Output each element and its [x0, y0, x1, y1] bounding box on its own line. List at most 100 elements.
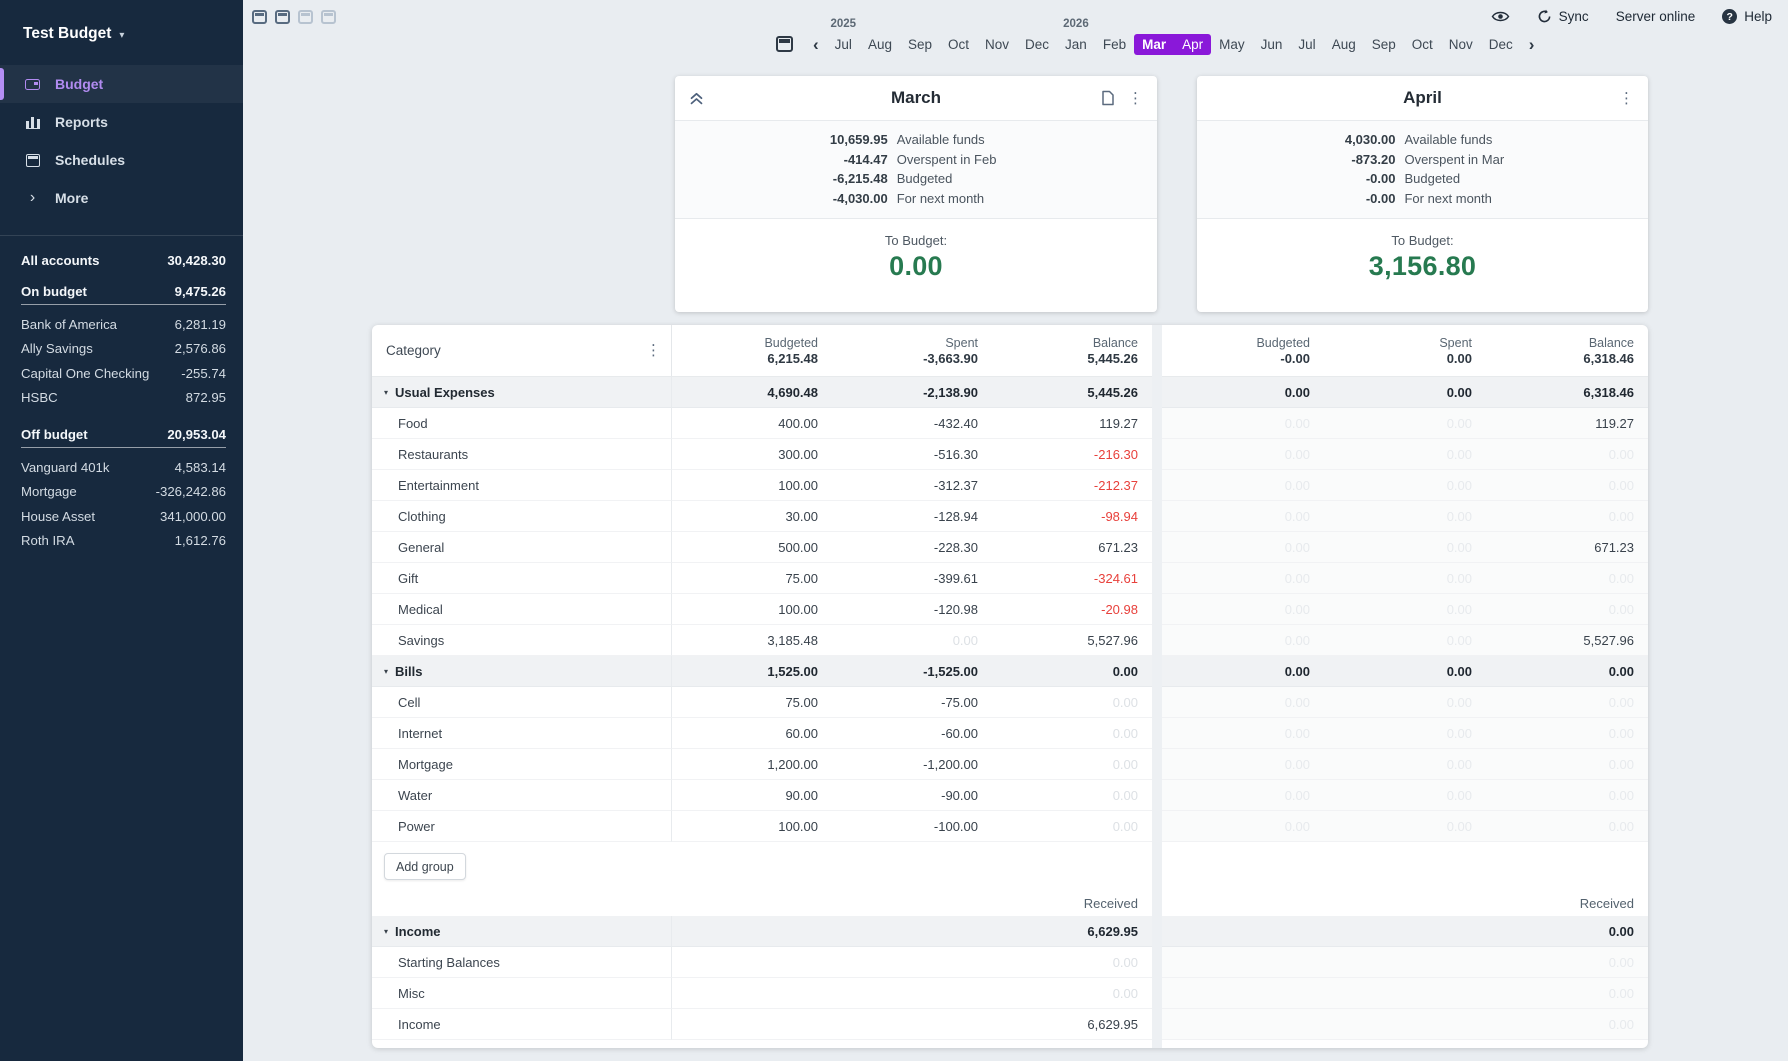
- sidebar-item-budget[interactable]: Budget: [0, 65, 243, 103]
- spent-cell[interactable]: -100.00: [832, 811, 992, 842]
- budgeted-cell[interactable]: 0.00: [1162, 377, 1324, 408]
- collapse-triangle-icon[interactable]: ▾: [384, 927, 388, 936]
- budgeted-cell[interactable]: 400.00: [672, 408, 832, 439]
- spent-cell[interactable]: -516.30: [832, 439, 992, 470]
- budgeted-cell[interactable]: 100.00: [672, 594, 832, 625]
- spent-cell[interactable]: 0.00: [1324, 408, 1486, 439]
- received-cell[interactable]: 0.00: [1162, 916, 1648, 947]
- budgeted-cell[interactable]: 0.00: [1162, 718, 1324, 749]
- next-month-button[interactable]: ›: [1521, 36, 1543, 53]
- balance-cell[interactable]: 0.00: [992, 749, 1152, 780]
- month-aug-13[interactable]: Aug: [1324, 34, 1364, 55]
- month-nov-16[interactable]: Nov: [1441, 34, 1481, 55]
- balance-cell[interactable]: 0.00: [1486, 594, 1648, 625]
- category-name-cell[interactable]: Cell: [372, 687, 672, 718]
- category-name-cell[interactable]: Food: [372, 408, 672, 439]
- month-jul-0[interactable]: Jul: [827, 34, 860, 55]
- collapse-triangle-icon[interactable]: ▾: [384, 667, 388, 676]
- sidebar-account-row[interactable]: Ally Savings2,576.86: [21, 337, 226, 362]
- balance-total[interactable]: 6,318.46: [1583, 351, 1634, 366]
- budgeted-cell[interactable]: 75.00: [672, 687, 832, 718]
- budgeted-cell[interactable]: 30.00: [672, 501, 832, 532]
- budgeted-cell[interactable]: 0.00: [1162, 811, 1324, 842]
- month-jan-6[interactable]: Jan: [1057, 34, 1095, 55]
- balance-cell[interactable]: 0.00: [1486, 687, 1648, 718]
- sidebar-account-row[interactable]: Capital One Checking-255.74: [21, 361, 226, 386]
- balance-cell[interactable]: 119.27: [1486, 408, 1648, 439]
- spent-cell[interactable]: 0.00: [1324, 780, 1486, 811]
- collapse-summary-button[interactable]: [689, 92, 704, 105]
- sidebar-account-row[interactable]: Vanguard 401k4,583.14: [21, 455, 226, 480]
- category-name-cell[interactable]: Restaurants: [372, 439, 672, 470]
- month-oct-3[interactable]: Oct: [940, 34, 977, 55]
- balance-cell[interactable]: 5,445.26: [992, 377, 1152, 408]
- budgeted-cell[interactable]: 0.00: [1162, 687, 1324, 718]
- balance-cell[interactable]: 5,527.96: [992, 625, 1152, 656]
- budgeted-cell[interactable]: 0.00: [1162, 501, 1324, 532]
- spent-cell[interactable]: 0.00: [1324, 749, 1486, 780]
- budget-file-menu[interactable]: Test Budget ▾: [0, 0, 243, 43]
- spent-cell[interactable]: -75.00: [832, 687, 992, 718]
- balance-total[interactable]: 5,445.26: [1087, 351, 1138, 366]
- account-section-header[interactable]: On budget9,475.26: [21, 284, 226, 305]
- category-name-cell[interactable]: Starting Balances: [372, 947, 672, 978]
- category-name-cell[interactable]: Savings: [372, 625, 672, 656]
- budgeted-cell[interactable]: 0.00: [1162, 439, 1324, 470]
- received-cell[interactable]: 0.00: [1162, 1009, 1648, 1040]
- category-name-cell[interactable]: Misc: [372, 978, 672, 1009]
- spent-cell[interactable]: 0.00: [1324, 625, 1486, 656]
- budgeted-cell[interactable]: 0.00: [1162, 532, 1324, 563]
- balance-cell[interactable]: 0.00: [992, 687, 1152, 718]
- spent-cell[interactable]: -128.94: [832, 501, 992, 532]
- budgeted-cell[interactable]: 500.00: [672, 532, 832, 563]
- balance-cell[interactable]: 0.00: [1486, 470, 1648, 501]
- sidebar-account-row[interactable]: Bank of America6,281.19: [21, 312, 226, 337]
- category-menu-button[interactable]: ⋮: [646, 343, 661, 358]
- month-notes-button[interactable]: [1101, 90, 1115, 106]
- sidebar-item-more[interactable]: ›More: [0, 179, 243, 217]
- spent-cell[interactable]: 0.00: [1324, 439, 1486, 470]
- spent-cell[interactable]: 0.00: [1324, 377, 1486, 408]
- budgeted-total[interactable]: 6,215.48: [767, 351, 818, 366]
- category-name-cell[interactable]: Power: [372, 811, 672, 842]
- spent-cell[interactable]: -60.00: [832, 718, 992, 749]
- sidebar-account-row[interactable]: HSBC872.95: [21, 386, 226, 411]
- balance-cell[interactable]: 0.00: [1486, 749, 1648, 780]
- sidebar-item-reports[interactable]: Reports: [0, 103, 243, 141]
- balance-cell[interactable]: 0.00: [992, 811, 1152, 842]
- received-cell[interactable]: 6,629.95: [672, 916, 1152, 947]
- spent-cell[interactable]: -90.00: [832, 780, 992, 811]
- spent-cell[interactable]: 0.00: [1324, 563, 1486, 594]
- month-oct-15[interactable]: Oct: [1404, 34, 1441, 55]
- spent-cell[interactable]: -2,138.90: [832, 377, 992, 408]
- month-dec-5[interactable]: Dec: [1017, 34, 1057, 55]
- budgeted-cell[interactable]: 4,690.48: [672, 377, 832, 408]
- balance-cell[interactable]: 0.00: [992, 718, 1152, 749]
- month-jul-12[interactable]: Jul: [1290, 34, 1323, 55]
- budgeted-total[interactable]: -0.00: [1280, 351, 1310, 366]
- calendar-picker-icon[interactable]: [776, 36, 793, 52]
- sidebar-item-schedules[interactable]: Schedules: [0, 141, 243, 179]
- budgeted-cell[interactable]: 60.00: [672, 718, 832, 749]
- received-cell[interactable]: 0.00: [1162, 947, 1648, 978]
- spent-cell[interactable]: 0.00: [1324, 811, 1486, 842]
- spent-cell[interactable]: 0.00: [1324, 501, 1486, 532]
- received-cell[interactable]: 0.00: [672, 947, 1152, 978]
- spent-cell[interactable]: 0.00: [832, 625, 992, 656]
- month-sep-2[interactable]: Sep: [900, 34, 940, 55]
- budgeted-cell[interactable]: 0.00: [1162, 408, 1324, 439]
- month-mar-8[interactable]: Mar: [1134, 34, 1174, 55]
- spent-total[interactable]: 0.00: [1447, 351, 1472, 366]
- group-name-cell[interactable]: ▾Income: [372, 916, 672, 947]
- month-menu-button[interactable]: ⋮: [1128, 91, 1143, 106]
- balance-cell[interactable]: 0.00: [1486, 718, 1648, 749]
- spent-cell[interactable]: 0.00: [1324, 470, 1486, 501]
- spent-cell[interactable]: 0.00: [1324, 656, 1486, 687]
- spent-total[interactable]: -3,663.90: [923, 351, 978, 366]
- month-apr-9[interactable]: Apr: [1174, 34, 1211, 55]
- month-dec-17[interactable]: Dec: [1481, 34, 1521, 55]
- month-jun-11[interactable]: Jun: [1253, 34, 1291, 55]
- sync-button[interactable]: Sync: [1537, 9, 1589, 24]
- group-name-cell[interactable]: ▾Usual Expenses: [372, 377, 672, 408]
- category-name-cell[interactable]: Mortgage: [372, 749, 672, 780]
